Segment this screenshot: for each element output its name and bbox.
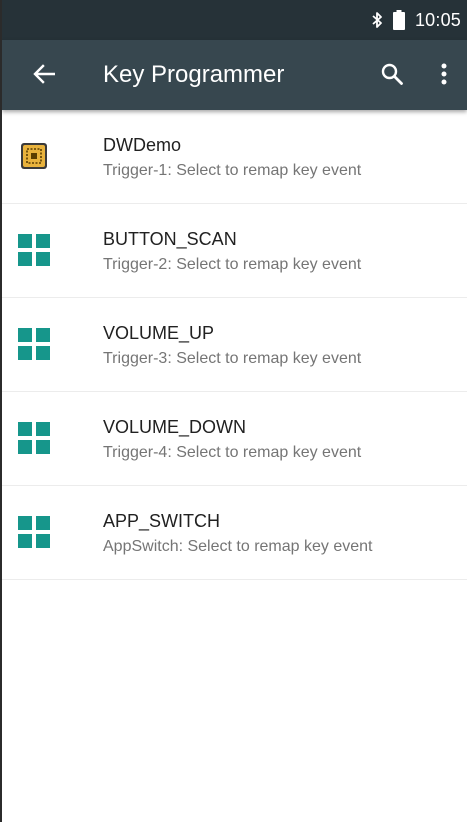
page-title: Key Programmer (103, 61, 285, 88)
item-title: DWDemo (103, 135, 182, 155)
list-item-volume-up[interactable]: VOLUME_UP Trigger-3: Select to remap key… (2, 298, 467, 392)
grid-icon (18, 328, 50, 360)
key-list: DWDemo Trigger-1: Select to remap key ev… (2, 110, 467, 580)
bluetooth-icon (371, 11, 383, 29)
search-icon (380, 62, 404, 91)
item-subtitle: Trigger-1: Select to remap key event (103, 162, 362, 179)
item-title: APP_SWITCH (103, 511, 221, 531)
screen: 10:05 Key Programmer DWDemo Trigger-1: S… (0, 0, 467, 822)
item-subtitle: AppSwitch: Select to remap key event (103, 538, 373, 555)
grid-icon (18, 234, 50, 266)
item-title: VOLUME_UP (103, 323, 215, 343)
status-icons: 10:05 (371, 0, 461, 40)
arrow-back-icon (33, 63, 56, 89)
item-title: BUTTON_SCAN (103, 229, 237, 249)
grid-icon (18, 516, 50, 548)
item-subtitle: Trigger-3: Select to remap key event (103, 350, 362, 367)
overflow-menu-button[interactable] (429, 56, 459, 96)
status-bar: 10:05 (2, 0, 467, 40)
search-button[interactable] (372, 56, 412, 96)
item-subtitle: Trigger-2: Select to remap key event (103, 256, 362, 273)
status-time: 10:05 (414, 9, 461, 30)
grid-icon (18, 422, 50, 454)
more-vert-icon (441, 63, 447, 90)
app-bar: Key Programmer (2, 40, 467, 110)
item-title: VOLUME_DOWN (103, 417, 247, 437)
item-subtitle: Trigger-4: Select to remap key event (103, 444, 362, 461)
back-button[interactable] (24, 56, 64, 96)
list-item-app-switch[interactable]: APP_SWITCH AppSwitch: Select to remap ke… (2, 486, 467, 580)
dwdemo-app-icon (18, 140, 50, 172)
list-item-volume-down[interactable]: VOLUME_DOWN Trigger-4: Select to remap k… (2, 392, 467, 486)
list-item-button-scan[interactable]: BUTTON_SCAN Trigger-2: Select to remap k… (2, 204, 467, 298)
list-item-dwdemo[interactable]: DWDemo Trigger-1: Select to remap key ev… (2, 110, 467, 204)
battery-icon (392, 10, 405, 30)
